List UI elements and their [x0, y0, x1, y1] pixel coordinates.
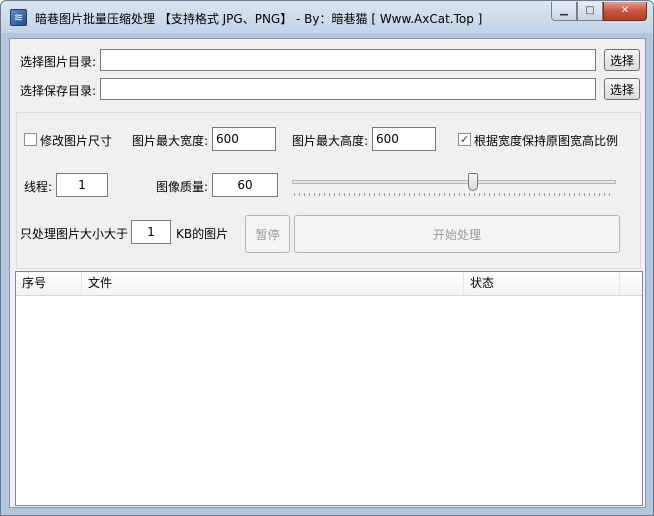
column-header-file[interactable]: 文件 [82, 272, 464, 295]
max-height-input[interactable] [372, 127, 436, 151]
source-dir-input[interactable] [100, 49, 596, 71]
app-icon[interactable]: ≋ [10, 9, 27, 26]
title-bar[interactable]: ≋ 暗巷图片批量压缩处理 【支持格式 JPG、PNG】 - By：暗巷猫 [ W… [1, 1, 653, 33]
column-header-index[interactable]: 序号 [16, 272, 82, 295]
threads-input[interactable] [56, 173, 108, 197]
max-width-label: 图片最大宽度: [132, 134, 209, 148]
min-size-input[interactable] [131, 220, 171, 244]
start-processing-button[interactable]: 开始处理 [294, 215, 620, 253]
quality-slider-track[interactable] [292, 180, 616, 184]
source-dir-label: 选择图片目录: [20, 55, 97, 69]
resize-checkbox-label[interactable]: 修改图片尺寸 [40, 132, 112, 149]
keep-ratio-label[interactable]: 根据宽度保持原图宽高比例 [474, 132, 618, 149]
column-header-status[interactable]: 状态 [464, 272, 620, 295]
file-list[interactable]: 序号 文件 状态 [15, 271, 643, 506]
maximize-button[interactable]: □ [577, 2, 603, 21]
min-size-prefix-label: 只处理图片大小大于 [20, 227, 129, 241]
save-dir-label: 选择保存目录: [20, 84, 97, 98]
minimize-button[interactable]: ▁ [551, 2, 577, 21]
close-button[interactable]: ✕ [603, 2, 647, 21]
save-dir-input[interactable] [100, 78, 596, 100]
client-area: 选择图片目录: 选择 选择保存目录: 选择 修改图片尺寸 图片最大宽度: 图片最… [9, 38, 646, 508]
threads-label: 线程: [24, 180, 53, 194]
quality-slider-thumb[interactable] [467, 173, 478, 191]
maximize-icon: □ [585, 5, 595, 16]
source-browse-button[interactable]: 选择 [604, 49, 640, 71]
save-browse-button[interactable]: 选择 [604, 78, 640, 100]
close-icon: ✕ [620, 5, 630, 16]
window-title: 暗巷图片批量压缩处理 【支持格式 JPG、PNG】 - By：暗巷猫 [ Www… [35, 12, 483, 26]
quality-label: 图像质量: [156, 180, 209, 194]
keep-ratio-checkbox[interactable]: ✓ [458, 133, 471, 146]
minimize-icon: ▁ [560, 5, 568, 16]
max-width-input[interactable] [212, 127, 276, 151]
min-size-suffix-label: KB的图片 [176, 227, 229, 241]
quality-slider-ticks [294, 193, 614, 196]
pause-button[interactable]: 暂停 [245, 215, 290, 253]
main-window: ≋ 暗巷图片批量压缩处理 【支持格式 JPG、PNG】 - By：暗巷猫 [ W… [0, 0, 654, 516]
max-height-label: 图片最大高度: [292, 134, 369, 148]
checkmark-icon: ✓ [459, 133, 470, 146]
caption-buttons: ▁ □ ✕ [551, 2, 647, 22]
file-list-header: 序号 文件 状态 [16, 272, 642, 296]
resize-checkbox[interactable] [24, 133, 37, 146]
quality-input[interactable] [212, 173, 278, 197]
